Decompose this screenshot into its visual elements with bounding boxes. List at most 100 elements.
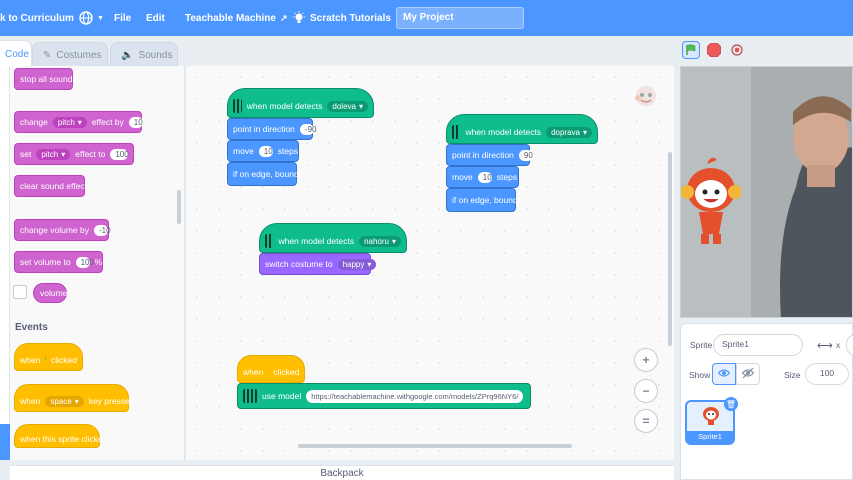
effect-by-input[interactable]: 10 bbox=[128, 116, 143, 128]
block-label: set bbox=[20, 149, 32, 159]
block-label: clear sound effects bbox=[20, 181, 92, 191]
sprite-thumbnail-name: Sprite1 bbox=[687, 431, 733, 443]
if-on-edge-bounce-block[interactable]: if on edge, bounce bbox=[227, 162, 303, 186]
zoom-in-button[interactable]: + bbox=[634, 348, 658, 372]
dropdown-value: space bbox=[50, 396, 72, 406]
class-dropdown[interactable]: doprava ▾ bbox=[546, 126, 592, 138]
project-title-input[interactable]: My Project bbox=[396, 7, 524, 29]
when-flag-clicked-block[interactable]: when clicked bbox=[14, 343, 83, 371]
horizontal-arrows-icon: ⟷ bbox=[817, 340, 833, 352]
show-hidden-button[interactable] bbox=[736, 363, 760, 385]
backpack-label: Backpack bbox=[320, 467, 364, 479]
teachable-machine-link[interactable]: Teachable Machine ↗ bbox=[185, 0, 288, 36]
edit-menu[interactable]: Edit bbox=[146, 0, 165, 36]
point-in-direction-block[interactable]: point in direction 90 bbox=[446, 144, 533, 166]
set-volume-block[interactable]: set volume to 100 % bbox=[14, 251, 103, 273]
steps-input[interactable]: 10 bbox=[258, 145, 273, 157]
backpack-bar[interactable]: Backpack bbox=[10, 465, 674, 480]
stop-button[interactable] bbox=[705, 41, 723, 59]
teachable-machine-icon bbox=[243, 389, 257, 403]
key-dropdown[interactable]: space ▾ bbox=[45, 395, 84, 407]
block-label: when model detects bbox=[278, 236, 355, 246]
palette-scrollbar[interactable] bbox=[177, 190, 181, 224]
move-steps-block[interactable]: move 10 steps bbox=[227, 140, 299, 162]
chevron-down-icon: ▼ bbox=[97, 14, 104, 22]
switch-costume-block[interactable]: switch costume to happy ▾ bbox=[259, 253, 377, 275]
tutorials-label: Scratch Tutorials bbox=[310, 12, 391, 24]
block-label: when this sprite clicked bbox=[20, 434, 108, 444]
when-key-pressed-block[interactable]: when space ▾ key pressed bbox=[14, 384, 135, 412]
block-label: when model detects bbox=[246, 101, 323, 111]
effect-dropdown[interactable]: pitch ▾ bbox=[36, 148, 71, 160]
eye-icon bbox=[717, 369, 731, 377]
clear-sound-effects-block[interactable]: clear sound effects bbox=[14, 175, 91, 197]
when-model-detects-hat[interactable]: when model detects doprava ▾ bbox=[446, 114, 598, 144]
eye-slash-icon bbox=[741, 367, 755, 379]
green-flag-button[interactable] bbox=[682, 41, 700, 59]
category-strip[interactable] bbox=[0, 66, 10, 460]
show-visible-button[interactable] bbox=[712, 363, 736, 385]
stop-all-sounds-block[interactable]: stop all sounds bbox=[14, 68, 77, 90]
effect-to-input[interactable]: 100 bbox=[110, 148, 129, 160]
scratch-tutorials-link[interactable]: Scratch Tutorials bbox=[292, 0, 391, 36]
teachable-machine-icon bbox=[452, 125, 461, 139]
size-input[interactable]: 100 bbox=[805, 363, 849, 385]
when-sprite-clicked-block[interactable]: when this sprite clicked bbox=[14, 424, 107, 448]
set-effect-block[interactable]: set pitch ▾ effect to 100 bbox=[14, 143, 134, 165]
if-on-edge-bounce-block[interactable]: if on edge, bounce bbox=[446, 188, 522, 212]
dropdown-value: pitch bbox=[41, 149, 59, 159]
stage-canvas[interactable] bbox=[680, 66, 853, 318]
volume-monitor-checkbox[interactable] bbox=[13, 285, 27, 299]
volume-reporter-block[interactable]: volume bbox=[33, 283, 67, 303]
costume-dropdown[interactable]: happy ▾ bbox=[337, 258, 377, 270]
direction-input[interactable]: -90 bbox=[299, 123, 316, 135]
point-in-direction-block[interactable]: point in direction -90 bbox=[227, 118, 316, 140]
model-url-input[interactable]: https://teachablemachine.withgoogle.com/… bbox=[306, 389, 524, 403]
tab-code-label: Code bbox=[5, 49, 29, 60]
effect-dropdown[interactable]: pitch ▾ bbox=[52, 116, 87, 128]
block-label: move bbox=[452, 172, 473, 182]
use-model-block[interactable]: use model https://teachablemachine.withg… bbox=[237, 383, 531, 409]
delete-sprite-button[interactable]: 🗑 bbox=[724, 397, 738, 411]
volume-to-input[interactable]: 100 bbox=[75, 256, 94, 268]
block-label: stop all sounds bbox=[20, 74, 77, 84]
tab-sounds[interactable]: 🔈 Sounds bbox=[110, 42, 178, 68]
dropdown-value: nahoru bbox=[364, 236, 389, 246]
back-to-curriculum-link[interactable]: k to Curriculum bbox=[0, 0, 74, 36]
script-horizontal-scrollbar[interactable] bbox=[298, 444, 572, 448]
block-label: when bbox=[20, 396, 41, 406]
zoom-reset-icon: = bbox=[642, 414, 650, 428]
category-selected[interactable] bbox=[0, 424, 10, 460]
language-menu[interactable]: ▼ bbox=[79, 0, 104, 36]
volume-by-input[interactable]: -10 bbox=[94, 224, 111, 236]
block-label: if on edge, bounce bbox=[452, 195, 522, 205]
zoom-out-button[interactable]: − bbox=[634, 379, 658, 403]
block-label: % bbox=[94, 257, 103, 267]
record-button[interactable] bbox=[728, 41, 746, 59]
move-steps-block[interactable]: move 10 steps bbox=[446, 166, 519, 188]
when-model-detects-hat[interactable]: when model detects doleva ▾ bbox=[227, 88, 374, 118]
change-effect-block[interactable]: change pitch ▾ effect by 10 bbox=[14, 111, 143, 133]
sprite-thumbnail-image bbox=[703, 407, 719, 425]
when-flag-clicked-block[interactable]: when clicked bbox=[237, 355, 305, 383]
steps-input[interactable]: 10 bbox=[477, 171, 492, 183]
sprite-label: Sprite bbox=[690, 340, 713, 350]
menu-bar: k to Curriculum ▼ File Edit Teachable Ma… bbox=[0, 0, 853, 36]
tab-costumes[interactable]: ✎ Costumes bbox=[32, 42, 108, 68]
script-vertical-scrollbar[interactable] bbox=[668, 152, 672, 346]
direction-input[interactable]: 90 bbox=[518, 149, 533, 161]
record-icon bbox=[731, 44, 743, 56]
class-dropdown[interactable]: nahoru ▾ bbox=[359, 235, 401, 247]
when-model-detects-hat[interactable]: when model detects nahoru ▾ bbox=[259, 223, 407, 253]
class-dropdown[interactable]: doleva ▾ bbox=[327, 100, 368, 112]
sprite-name-input[interactable]: Sprite1 bbox=[713, 334, 803, 356]
tab-code[interactable]: Code bbox=[0, 40, 32, 68]
tab-costumes-label: Costumes bbox=[56, 50, 102, 61]
dropdown-value: doprava bbox=[551, 127, 580, 137]
file-menu[interactable]: File bbox=[114, 0, 131, 36]
speaker-icon: 🔈 bbox=[121, 50, 134, 61]
change-volume-block[interactable]: change volume by -10 bbox=[14, 219, 111, 241]
teachable-label: Teachable Machine bbox=[185, 12, 276, 24]
zoom-reset-button[interactable]: = bbox=[634, 409, 658, 433]
globe-icon bbox=[79, 11, 93, 25]
